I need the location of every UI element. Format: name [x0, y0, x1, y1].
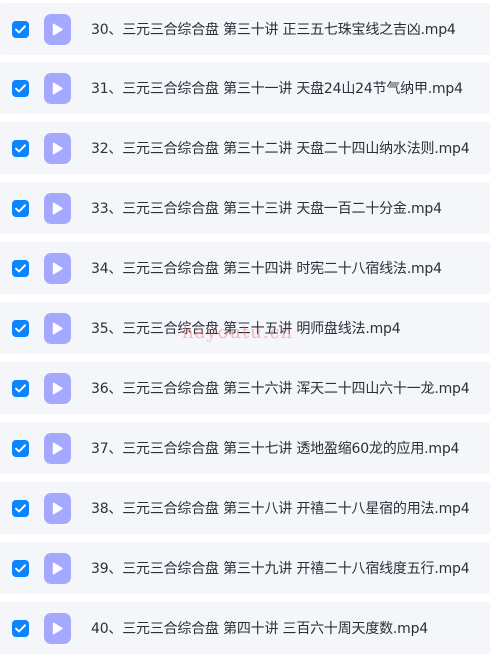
file-row[interactable]: 37、三元三合综合盘 第三十七讲 透地盈缩60龙的应用.mp4 — [0, 422, 490, 474]
video-file-icon — [44, 312, 71, 344]
file-list: 30、三元三合综合盘 第三十讲 正三五七珠宝线之吉凶.mp4 31、三元三合综合盘… — [0, 0, 497, 666]
file-checkbox[interactable] — [12, 559, 29, 577]
video-file-icon — [44, 13, 71, 45]
file-name[interactable]: 37、三元三合综合盘 第三十七讲 透地盈缩60龙的应用.mp4 — [91, 438, 459, 458]
file-checkbox[interactable] — [12, 439, 29, 457]
file-row[interactable]: 40、三元三合综合盘 第四十讲 三百六十周天度数.mp4 — [0, 602, 490, 654]
file-row[interactable]: 32、三元三合综合盘 第三十二讲 天盘二十四山纳水法则.mp4 — [0, 122, 490, 174]
video-file-icon — [44, 432, 71, 464]
file-row[interactable]: 36、三元三合综合盘 第三十六讲 浑天二十四山六十一龙.mp4 — [0, 362, 490, 414]
file-checkbox[interactable] — [12, 259, 29, 277]
video-file-icon — [44, 552, 71, 584]
checkmark-icon — [15, 83, 26, 93]
video-file-icon — [44, 132, 71, 164]
file-name[interactable]: 35、三元三合综合盘 第三十五讲 明师盘线法.mp4 — [91, 318, 401, 338]
checkmark-icon — [15, 24, 26, 34]
file-row[interactable]: 35、三元三合综合盘 第三十五讲 明师盘线法.mp4 — [0, 302, 490, 354]
file-checkbox[interactable] — [12, 379, 29, 397]
file-checkbox[interactable] — [12, 499, 29, 517]
checkmark-icon — [15, 323, 26, 333]
file-name[interactable]: 38、三元三合综合盘 第三十八讲 开禧二十八星宿的用法.mp4 — [91, 498, 470, 518]
file-name[interactable]: 40、三元三合综合盘 第四十讲 三百六十周天度数.mp4 — [91, 618, 428, 638]
file-name[interactable]: 33、三元三合综合盘 第三十三讲 天盘一百二十分金.mp4 — [91, 198, 442, 218]
video-file-icon — [44, 372, 71, 404]
file-row[interactable]: 31、三元三合综合盘 第三十一讲 天盘24山24节气纳甲.mp4 — [0, 62, 490, 114]
file-name[interactable]: 34、三元三合综合盘 第三十四讲 时宪二十八宿线法.mp4 — [91, 258, 442, 278]
file-row[interactable]: 30、三元三合综合盘 第三十讲 正三五七珠宝线之吉凶.mp4 — [0, 3, 490, 55]
checkmark-icon — [15, 623, 26, 633]
file-name[interactable]: 31、三元三合综合盘 第三十一讲 天盘24山24节气纳甲.mp4 — [91, 78, 463, 98]
file-row[interactable]: 39、三元三合综合盘 第三十九讲 开禧二十八宿线度五行.mp4 — [0, 542, 490, 594]
file-name[interactable]: 32、三元三合综合盘 第三十二讲 天盘二十四山纳水法则.mp4 — [91, 138, 470, 158]
checkmark-icon — [15, 203, 26, 213]
checkmark-icon — [15, 503, 26, 513]
file-name[interactable]: 30、三元三合综合盘 第三十讲 正三五七珠宝线之吉凶.mp4 — [91, 19, 456, 39]
file-name[interactable]: 39、三元三合综合盘 第三十九讲 开禧二十八宿线度五行.mp4 — [91, 558, 470, 578]
file-checkbox[interactable] — [12, 139, 29, 157]
checkmark-icon — [15, 263, 26, 273]
file-checkbox[interactable] — [12, 319, 29, 337]
file-row[interactable]: 33、三元三合综合盘 第三十三讲 天盘一百二十分金.mp4 — [0, 182, 490, 234]
checkmark-icon — [15, 143, 26, 153]
video-file-icon — [44, 492, 71, 524]
checkmark-icon — [15, 383, 26, 393]
video-file-icon — [44, 192, 71, 224]
file-checkbox[interactable] — [12, 79, 29, 97]
checkmark-icon — [15, 563, 26, 573]
checkmark-icon — [15, 443, 26, 453]
file-row[interactable]: 34、三元三合综合盘 第三十四讲 时宪二十八宿线法.mp4 — [0, 242, 490, 294]
file-name[interactable]: 36、三元三合综合盘 第三十六讲 浑天二十四山六十一龙.mp4 — [91, 378, 470, 398]
file-row[interactable]: 38、三元三合综合盘 第三十八讲 开禧二十八星宿的用法.mp4 — [0, 482, 490, 534]
file-checkbox[interactable] — [12, 619, 29, 637]
video-file-icon — [44, 612, 71, 644]
video-file-icon — [44, 72, 71, 104]
file-checkbox[interactable] — [12, 199, 29, 217]
video-file-icon — [44, 252, 71, 284]
file-checkbox[interactable] — [12, 20, 29, 38]
